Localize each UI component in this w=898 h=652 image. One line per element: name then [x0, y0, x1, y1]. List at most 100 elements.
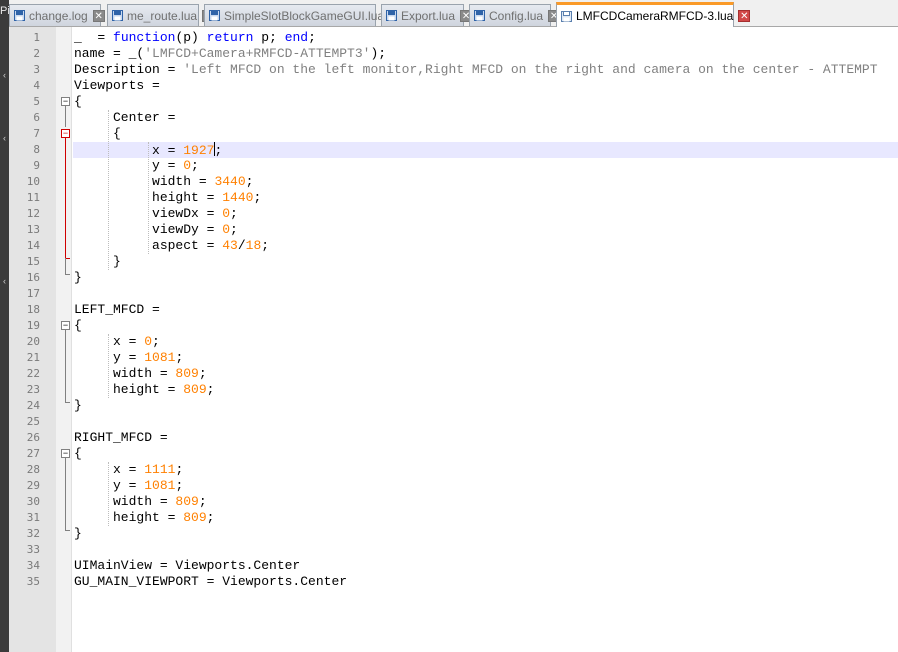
line-code: _ = function(p) return p; end;	[74, 30, 316, 45]
line-number: 5	[33, 95, 40, 108]
code-line[interactable]: 5{	[9, 94, 898, 110]
tab-6[interactable]: LMFCDCameraRMFCD-3.lua ✕	[556, 2, 751, 27]
line-number: 8	[33, 143, 40, 156]
line-code: height = 809;	[74, 382, 215, 397]
code-line[interactable]: 2 name = _('LMFCD+Camera+RMFCD-ATTEMPT3')…	[9, 46, 898, 62]
code-line[interactable]: 31 height = 809;	[9, 510, 898, 526]
tab-label: Export.lua	[401, 8, 456, 23]
line-code: height = 809;	[74, 510, 215, 525]
line-code: height = 1440;	[74, 190, 262, 205]
code-line[interactable]: 22 width = 809;	[9, 366, 898, 382]
code-line[interactable]: 6 Center =	[9, 110, 898, 126]
line-code: Center =	[74, 110, 184, 125]
tab-5[interactable]: Config.lua ✕	[469, 4, 561, 26]
line-number: 7	[33, 127, 40, 140]
code-line[interactable]: 33	[9, 542, 898, 558]
line-code: x = 1111;	[74, 462, 184, 477]
code-line[interactable]: 10 width = 3440;	[9, 174, 898, 190]
tab-label: change.log	[29, 8, 88, 23]
code-editor[interactable]: − − − − 1 _ = function(p) return p; end; 2…	[9, 27, 898, 652]
tab-label: me_route.lua	[127, 8, 198, 23]
line-number: 33	[26, 543, 40, 556]
line-number: 21	[26, 351, 40, 364]
line-number: 23	[26, 383, 40, 396]
file-icon	[473, 9, 486, 22]
code-line[interactable]: 3 Description = 'Left MFCD on the left mo…	[9, 62, 898, 78]
line-code: y = 0;	[74, 158, 199, 173]
code-line[interactable]: 12 viewDx = 0;	[9, 206, 898, 222]
line-number: 13	[26, 223, 40, 236]
tab-1[interactable]: change.log ✕	[9, 4, 105, 26]
line-code: width = 3440;	[74, 174, 254, 189]
code-line[interactable]: 19 {	[9, 318, 898, 334]
line-number: 30	[26, 495, 40, 508]
close-icon[interactable]: ✕	[92, 9, 105, 22]
line-number: 9	[33, 159, 40, 172]
line-code: }	[74, 398, 82, 413]
line-number: 10	[26, 175, 40, 188]
line-number: 1	[33, 31, 40, 44]
tab-2[interactable]: me_route.lua✕	[107, 4, 215, 26]
scroll-left-icon: ‹	[3, 70, 6, 80]
line-code: {	[74, 446, 82, 461]
code-line[interactable]: 29 y = 1081;	[9, 478, 898, 494]
code-line[interactable]: 24}	[9, 398, 898, 414]
code-line[interactable]: 18 LEFT_MFCD =	[9, 302, 898, 318]
line-number: 29	[26, 479, 40, 492]
code-line[interactable]: 7 {	[9, 126, 898, 142]
code-line[interactable]: 35 GU_MAIN_VIEWPORT = Viewports.Center	[9, 574, 898, 590]
tab-bar: change.log✕me_route.lua✕SimpleSlotBlockG…	[9, 0, 898, 27]
code-line[interactable]: 28 x = 1111;	[9, 462, 898, 478]
line-number: 19	[26, 319, 40, 332]
code-line[interactable]: 30 width = 809;	[9, 494, 898, 510]
code-line[interactable]: 9 y = 0;	[9, 158, 898, 174]
code-line[interactable]: 14 aspect = 43/18;	[9, 238, 898, 254]
line-number: 4	[33, 79, 40, 92]
line-number: 25	[26, 415, 40, 428]
code-line[interactable]: 26 RIGHT_MFCD =	[9, 430, 898, 446]
close-icon[interactable]: ✕	[738, 10, 751, 22]
code-line[interactable]: 17	[9, 286, 898, 302]
line-code: }	[74, 254, 121, 269]
line-number: 16	[26, 271, 40, 284]
code-line[interactable]: 8 x = 1927;	[9, 142, 898, 158]
line-number: 20	[26, 335, 40, 348]
line-number: 34	[26, 559, 40, 572]
line-code: Viewports =	[74, 78, 168, 93]
code-line[interactable]: 13 viewDy = 0;	[9, 222, 898, 238]
line-code: }	[74, 526, 82, 541]
line-code: width = 809;	[74, 494, 207, 509]
line-number: 17	[26, 287, 40, 300]
code-line[interactable]: 21 y = 1081;	[9, 350, 898, 366]
line-code: x = 1927;	[74, 142, 223, 158]
code-line[interactable]: 16}	[9, 270, 898, 286]
line-number: 26	[26, 431, 40, 444]
code-line[interactable]: 32}	[9, 526, 898, 542]
code-line[interactable]: 4 Viewports =	[9, 78, 898, 94]
line-code: x = 0;	[74, 334, 160, 349]
line-number: 28	[26, 463, 40, 476]
scroll-left-icon-2: ‹	[3, 133, 6, 143]
line-number: 12	[26, 207, 40, 220]
code-line[interactable]: 23 height = 809;	[9, 382, 898, 398]
code-lines[interactable]: 1 _ = function(p) return p; end; 2 name = _…	[9, 30, 898, 590]
tab-4[interactable]: Export.lua ✕	[381, 4, 473, 26]
code-line[interactable]: 34 UIMainView = Viewports.Center	[9, 558, 898, 574]
line-number: 15	[26, 255, 40, 268]
line-code: UIMainView = Viewports.Center	[74, 558, 301, 573]
file-icon	[208, 9, 221, 22]
line-number: 24	[26, 399, 40, 412]
code-line[interactable]: 11 height = 1440;	[9, 190, 898, 206]
line-code: width = 809;	[74, 366, 207, 381]
tab-3[interactable]: SimpleSlotBlockGameGUI.lua✕	[204, 4, 402, 26]
scroll-left-icon-3: ‹	[3, 276, 6, 286]
code-line[interactable]: 15 }	[9, 254, 898, 270]
line-number: 31	[26, 511, 40, 524]
code-line[interactable]: 27 {	[9, 446, 898, 462]
code-line[interactable]: 25	[9, 414, 898, 430]
line-number: 32	[26, 527, 40, 540]
line-code: {	[74, 126, 121, 141]
code-line[interactable]: 1 _ = function(p) return p; end;	[9, 30, 898, 46]
line-code: LEFT_MFCD =	[74, 302, 168, 317]
code-line[interactable]: 20 x = 0;	[9, 334, 898, 350]
